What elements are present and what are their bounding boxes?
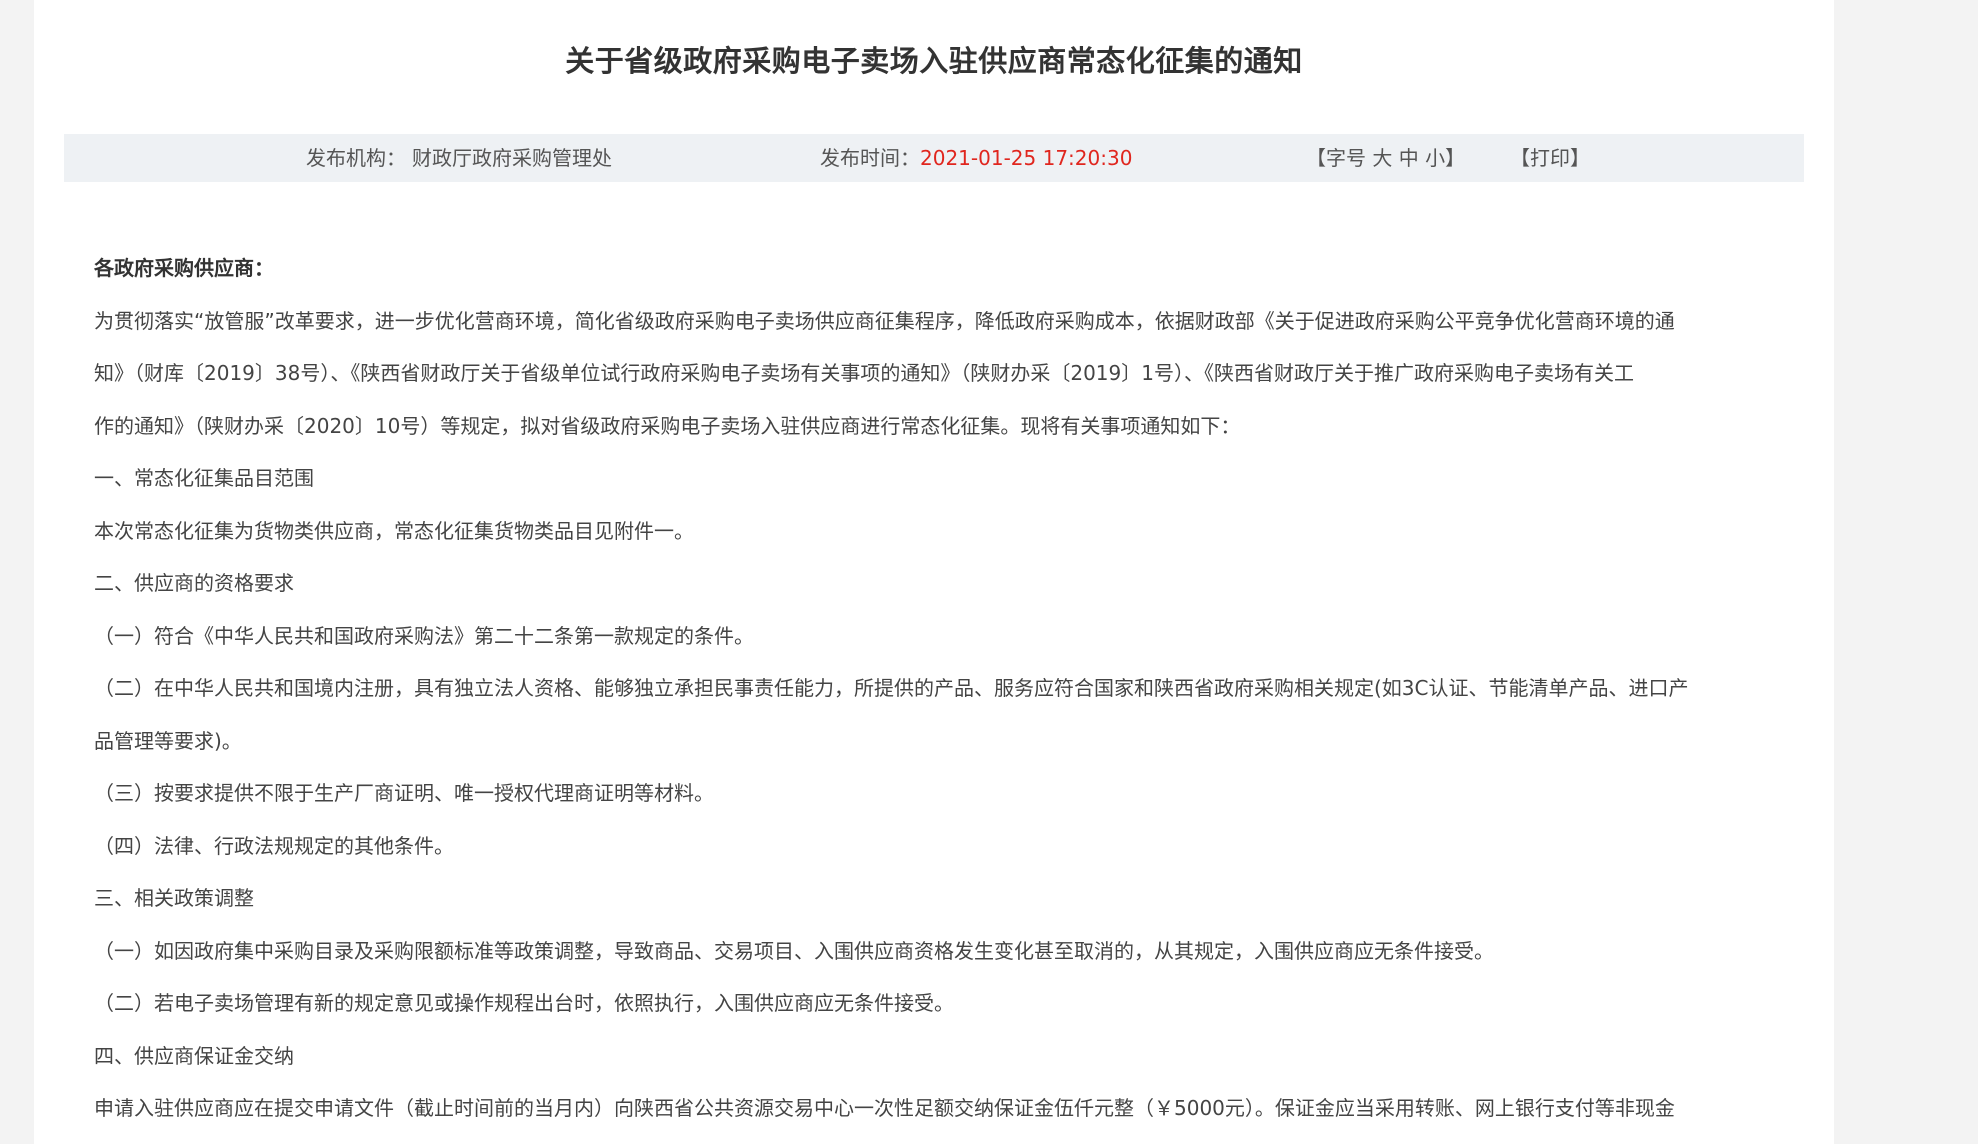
paragraph-line: 知》（财库〔2019〕38号）、《陕西省财政厅关于省级单位试行政府采购电子卖场有… — [94, 361, 1634, 385]
paragraph-line: （四）法律、行政法规规定的其他条件。 — [94, 833, 454, 858]
paragraph-line: 作的通知》（陕财办采〔2020〕10号）等规定，拟对省级政府采购电子卖场入驻供应… — [94, 413, 1241, 438]
publish-time-label: 发布时间： — [820, 146, 920, 170]
paragraph-line: 品管理等要求)。 — [94, 728, 242, 753]
font-size-close: 】 — [1445, 146, 1466, 170]
paragraph-line: 申请入驻供应商应在提交申请文件（截止时间前的当月内）向陕西省公共资源交易中心一次… — [94, 1096, 1675, 1120]
meta-bar: 发布机构： 财政厅政府采购管理处 发布时间：2021-01-25 17:20:30… — [64, 134, 1804, 182]
paragraph-line: 本次常态化征集为货物类供应商，常态化征集货物类品目见附件一。 — [94, 518, 694, 543]
font-size-large-button[interactable]: 大 — [1372, 146, 1392, 170]
font-size-open: 【字号 — [1306, 146, 1366, 170]
section-heading: 一、常态化征集品目范围 — [94, 466, 314, 490]
article-content: 各政府采购供应商： 为贯彻落实“放管服”改革要求，进一步优化营商环境，简化省级政… — [94, 242, 1814, 1135]
publisher-label: 发布机构： — [306, 146, 406, 170]
article-page: 关于省级政府采购电子卖场入驻供应商常态化征集的通知 发布机构： 财政厅政府采购管理… — [34, 0, 1834, 1144]
salutation: 各政府采购供应商： — [94, 256, 274, 280]
publisher: 发布机构： 财政厅政府采购管理处 — [306, 134, 612, 182]
paragraph-line: （一）符合《中华人民共和国政府采购法》第二十二条第一款规定的条件。 — [94, 623, 754, 648]
publish-time-value: 2021-01-25 17:20:30 — [920, 146, 1133, 170]
font-size-small-button[interactable]: 小 — [1425, 146, 1445, 170]
section-heading: 二、供应商的资格要求 — [94, 571, 294, 595]
section-heading: 四、供应商保证金交纳 — [94, 1043, 294, 1068]
font-size-controls: 【字号 大 中 小】 — [1306, 134, 1465, 182]
print-button[interactable]: 【打印】 — [1510, 134, 1590, 182]
paragraph-line: （二）若电子卖场管理有新的规定意见或操作规程出台时，依照执行，入围供应商应无条件… — [94, 991, 954, 1015]
font-size-medium-button[interactable]: 中 — [1399, 146, 1419, 170]
article-title: 关于省级政府采购电子卖场入驻供应商常态化征集的通知 — [565, 44, 1303, 78]
paragraph-line: （三）按要求提供不限于生产厂商证明、唯一授权代理商证明等材料。 — [94, 781, 714, 805]
paragraph-line: 为贯彻落实“放管服”改革要求，进一步优化营商环境，简化省级政府采购电子卖场供应商… — [94, 308, 1675, 333]
paragraph-line: （一）如因政府集中采购目录及采购限额标准等政策调整，导致商品、交易项目、入围供应… — [94, 938, 1494, 963]
publish-time: 发布时间：2021-01-25 17:20:30 — [820, 134, 1132, 182]
section-heading: 三、相关政策调整 — [94, 886, 254, 910]
publisher-value: 财政厅政府采购管理处 — [412, 146, 612, 170]
paragraph-line: （二）在中华人民共和国境内注册，具有独立法人资格、能够独立承担民事责任能力，所提… — [94, 676, 1689, 700]
